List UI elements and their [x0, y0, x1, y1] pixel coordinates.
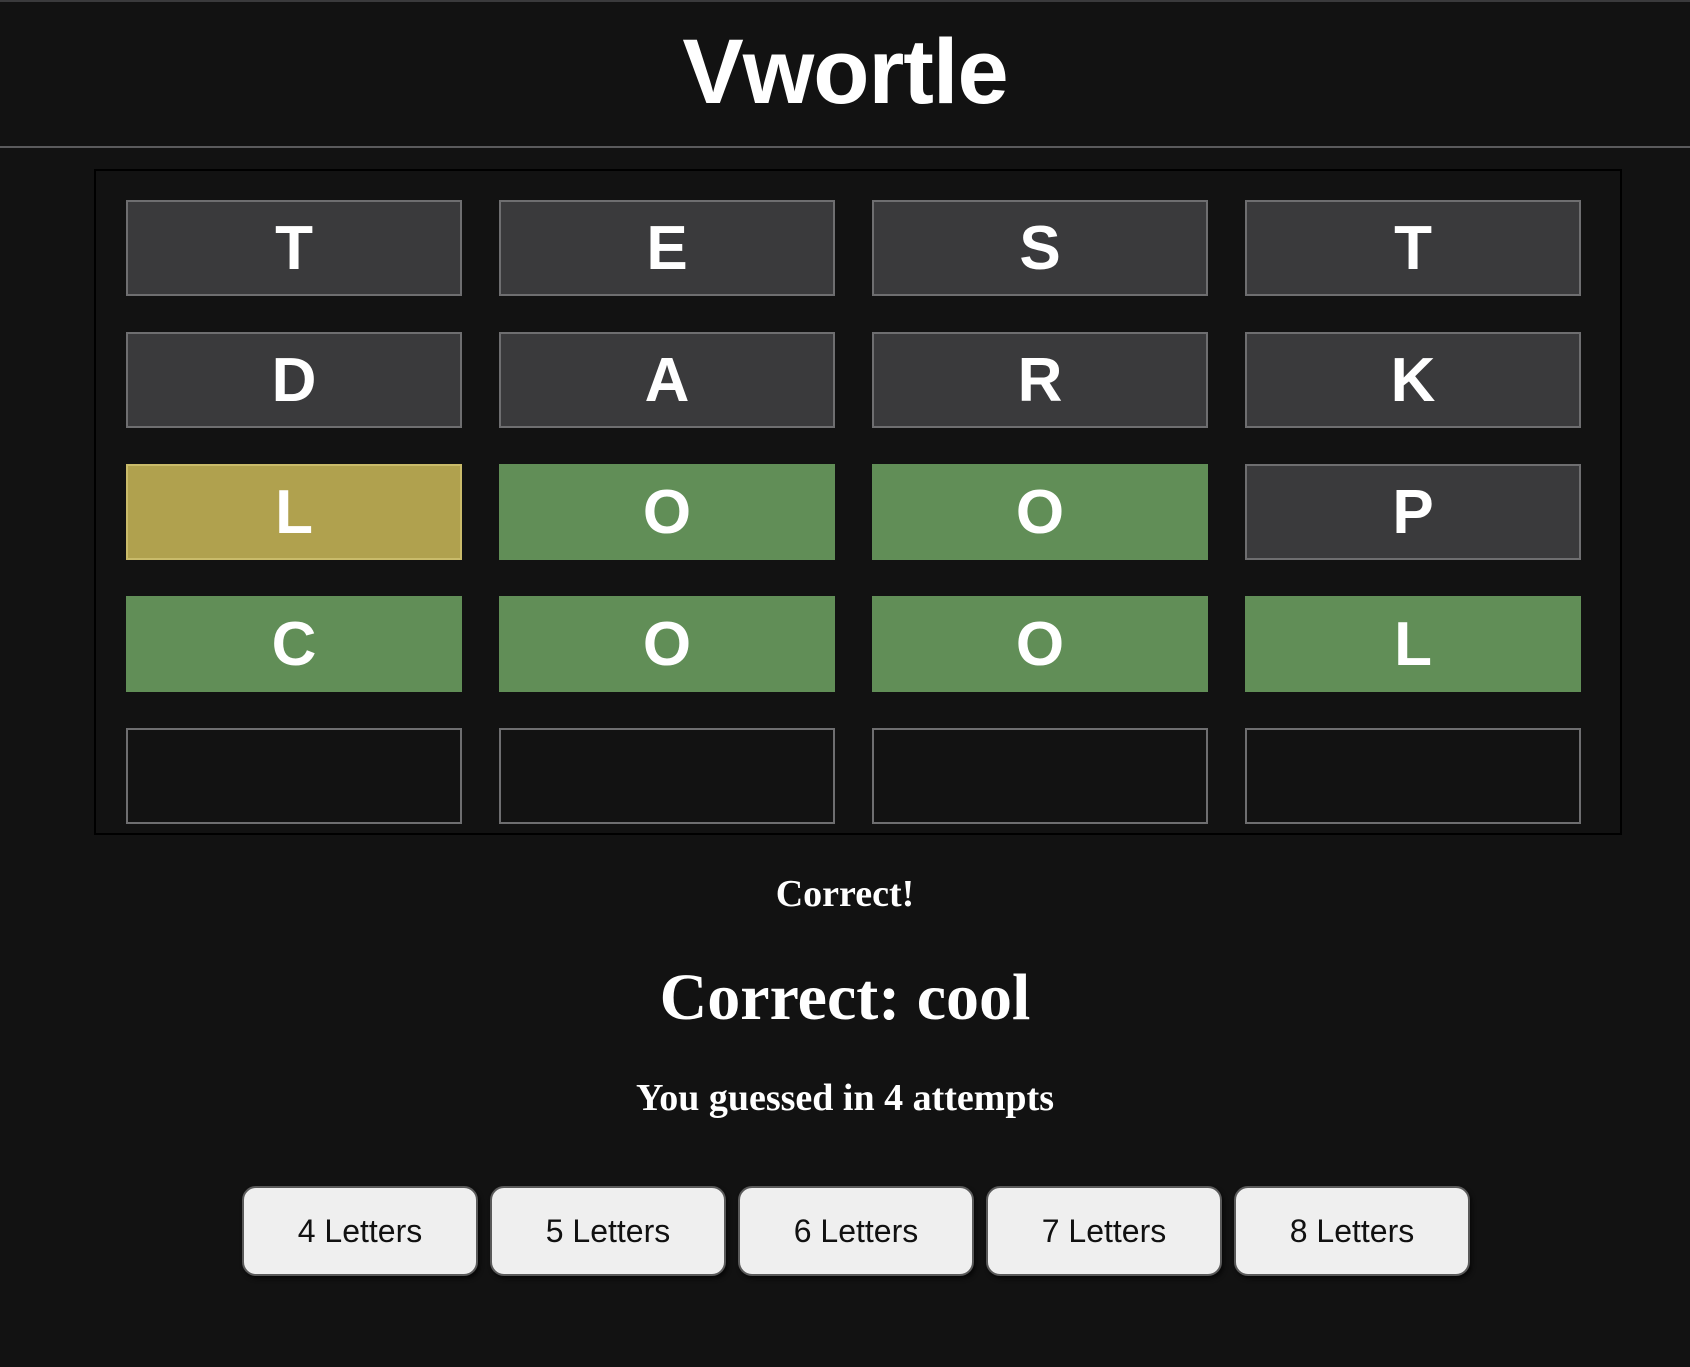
tile: A [499, 332, 835, 428]
tile: T [1245, 200, 1581, 296]
tile: E [499, 200, 835, 296]
tile: R [872, 332, 1208, 428]
tile: P [1245, 464, 1581, 560]
tile: C [126, 596, 462, 692]
tile: D [126, 332, 462, 428]
answer-reveal: Correct: cool [659, 961, 1031, 1034]
tile: S [872, 200, 1208, 296]
tile: O [872, 464, 1208, 560]
five-letters-button[interactable]: 5 Letters [490, 1186, 726, 1276]
eight-letters-button[interactable]: 8 Letters [1234, 1186, 1470, 1276]
tile-empty [126, 728, 462, 824]
six-letters-button[interactable]: 6 Letters [738, 1186, 974, 1276]
tile: L [126, 464, 462, 560]
tile-empty [499, 728, 835, 824]
app-header: Vwortle [0, 2, 1690, 148]
game-board: T E S T D A R K L O O P C O O L [94, 169, 1622, 835]
app-title: Vwortle [682, 21, 1008, 123]
tile: O [872, 596, 1208, 692]
tile: O [499, 596, 835, 692]
tile: T [126, 200, 462, 296]
tile-empty [872, 728, 1208, 824]
four-letters-button[interactable]: 4 Letters [242, 1186, 478, 1276]
tile: O [499, 464, 835, 560]
status-message: Correct! [775, 873, 915, 915]
word-length-selector: 4 Letters 5 Letters 6 Letters 7 Letters … [242, 1186, 1470, 1276]
tile: K [1245, 332, 1581, 428]
tile-empty [1245, 728, 1581, 824]
seven-letters-button[interactable]: 7 Letters [986, 1186, 1222, 1276]
tile: L [1245, 596, 1581, 692]
attempts-summary: You guessed in 4 attempts [635, 1077, 1055, 1119]
